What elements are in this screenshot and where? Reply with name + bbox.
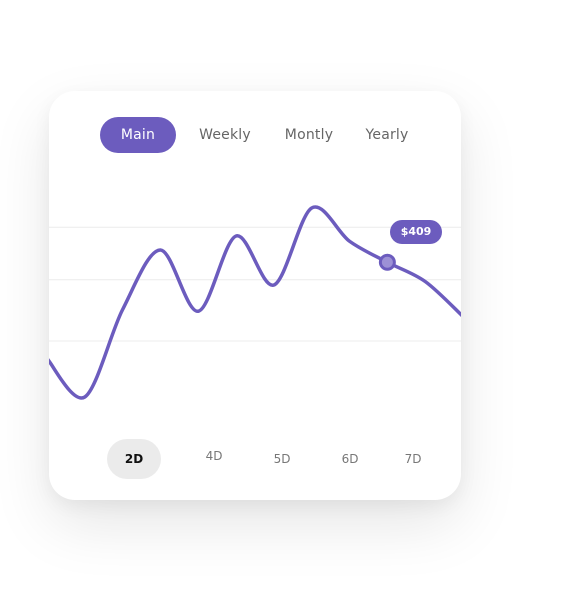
period-selector: 2D 4D 5D 6D 7D	[49, 439, 461, 479]
highlight-point[interactable]	[378, 253, 396, 271]
value-tooltip: $409	[390, 220, 442, 244]
chart-card: Main Weekly Montly Yearly $409 2D 4D 5D …	[49, 91, 461, 500]
stage: Main Weekly Montly Yearly $409 2D 4D 5D …	[0, 0, 566, 614]
gridlines	[49, 226, 461, 342]
period-6d[interactable]: 6D	[332, 439, 368, 479]
period-4d[interactable]: 4D	[196, 436, 232, 476]
period-5d[interactable]: 5D	[264, 439, 300, 479]
period-7d[interactable]: 7D	[395, 439, 431, 479]
period-2d[interactable]: 2D	[107, 439, 161, 479]
